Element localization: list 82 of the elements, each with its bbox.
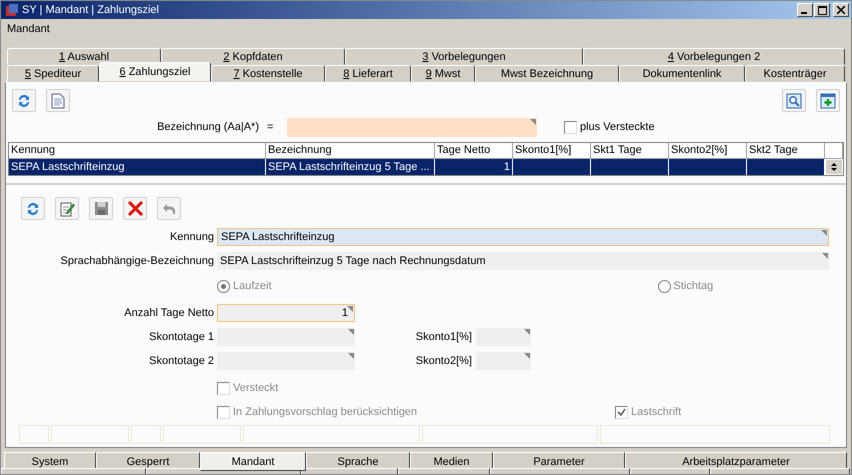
tab[interactable]: 3 Vorbelegungen — [345, 48, 583, 65]
close-icon — [837, 6, 845, 14]
field-label: Skontotage 1 — [148, 331, 214, 343]
refresh-button[interactable] — [21, 197, 45, 220]
column-header[interactable]: Skonto2[%] — [669, 143, 747, 159]
input-field[interactable] — [476, 352, 531, 370]
tab[interactable]: 9 Mwst — [411, 65, 475, 82]
table-cell: SEPA Lastschrifteinzug — [9, 159, 266, 175]
tab[interactable]: 8 Lieferart — [325, 65, 411, 82]
app-icon — [5, 3, 19, 17]
field-label: Skonto1[%] — [414, 331, 472, 343]
floppy-icon — [94, 201, 108, 216]
delete-button[interactable] — [123, 197, 147, 220]
delete-icon — [128, 201, 142, 216]
operator-label: = — [267, 121, 274, 133]
refresh-icon — [25, 200, 41, 216]
input-field[interactable]: SEPA Lastschrifteinzug 5 Tage nach Rechnungsdatum — [217, 252, 829, 270]
table-cell: SEPA Lastschrifteinzug 5 Tage ... — [266, 159, 435, 175]
refresh-button[interactable] — [12, 89, 36, 112]
undo-button[interactable] — [157, 197, 181, 220]
tab[interactable]: 7 Kostenstelle — [211, 65, 325, 82]
checkbox-label: Lastschrift — [631, 406, 682, 418]
search-icon — [786, 92, 802, 108]
tab[interactable]: 5 Spediteur — [7, 65, 99, 82]
close-button[interactable] — [833, 3, 849, 17]
add-icon — [820, 92, 836, 108]
input-field[interactable]: SEPA Lastschrifteinzug — [217, 228, 829, 246]
radio-label: Stichtag — [674, 280, 714, 292]
field-label: Anzahl Tage Netto — [123, 307, 214, 319]
checkbox[interactable] — [564, 120, 577, 134]
checkbox[interactable] — [615, 406, 628, 418]
input-field[interactable] — [217, 328, 355, 346]
tab[interactable]: Mwst Bezeichnung — [475, 65, 619, 82]
radio-label: Laufzeit — [233, 280, 272, 292]
add-button[interactable] — [816, 89, 840, 112]
column-header[interactable]: Skonto1[%] — [513, 143, 591, 159]
search-button[interactable] — [782, 89, 806, 112]
field-label: Sprachabhängige-Bezeichnung — [59, 255, 214, 267]
column-header[interactable]: Kennung — [9, 143, 266, 159]
table-row[interactable]: SEPA Lastschrifteinzug SEPA Lastschrifteinzug 5 Tage ... 1 — [9, 159, 843, 175]
input-field[interactable] — [217, 352, 355, 370]
document-button[interactable] — [46, 89, 70, 112]
radio-button[interactable] — [658, 280, 671, 292]
tab[interactable]: 4 Vorbelegungen 2 — [583, 48, 845, 65]
maximize-icon — [818, 6, 826, 14]
input-field[interactable] — [476, 328, 531, 346]
refresh-icon — [16, 92, 32, 108]
checkbox[interactable] — [217, 406, 230, 418]
filter-label: Bezeichnung (Aa|A*) — [156, 121, 259, 133]
column-header[interactable]: Skt2 Tage — [747, 143, 825, 159]
field-label: Kennung — [168, 231, 214, 243]
field-label: Skonto2[%] — [414, 355, 472, 367]
checkbox-label: In Zahlungsvorschlag berücksichtigen — [233, 406, 418, 418]
tab[interactable]: Mandant — [200, 452, 306, 471]
scroll-spinner[interactable] — [825, 159, 843, 175]
tab[interactable]: Kostenträger — [745, 65, 845, 82]
checkbox[interactable] — [217, 382, 230, 394]
edit-button[interactable] — [55, 197, 79, 220]
field-label: Skontotage 2 — [148, 355, 214, 367]
input-field[interactable]: 1 — [217, 304, 355, 322]
tab[interactable]: Dokumentenlink — [619, 65, 745, 82]
notepad-pencil-icon — [59, 200, 75, 216]
tab[interactable]: 2 Kopfdaten — [161, 48, 345, 65]
filter-field[interactable] — [287, 118, 537, 136]
column-header[interactable]: Skt1 Tage — [591, 143, 669, 159]
checkbox-label: Versteckt — [233, 382, 278, 394]
document-icon — [51, 92, 65, 108]
status-cell — [131, 425, 161, 444]
menu-item[interactable]: Mandant — [7, 22, 50, 34]
table-cell: 1 — [435, 159, 513, 175]
checkbox-label: plus Versteckte — [580, 121, 655, 133]
header-corner — [825, 143, 843, 159]
column-header[interactable]: Tage Netto — [435, 143, 513, 159]
radio-button[interactable] — [217, 280, 230, 292]
save-button[interactable] — [89, 197, 113, 220]
window-title: SY | Mandant | Zahlungsziel — [22, 4, 159, 16]
tab[interactable]: 6 Zahlungsziel — [99, 62, 211, 82]
maximize-button[interactable] — [814, 3, 830, 17]
tab[interactable]: 1 Auswahl — [7, 48, 161, 65]
column-header[interactable]: Bezeichnung — [266, 143, 435, 159]
status-cell — [19, 425, 49, 444]
minimize-button[interactable] — [797, 3, 813, 17]
